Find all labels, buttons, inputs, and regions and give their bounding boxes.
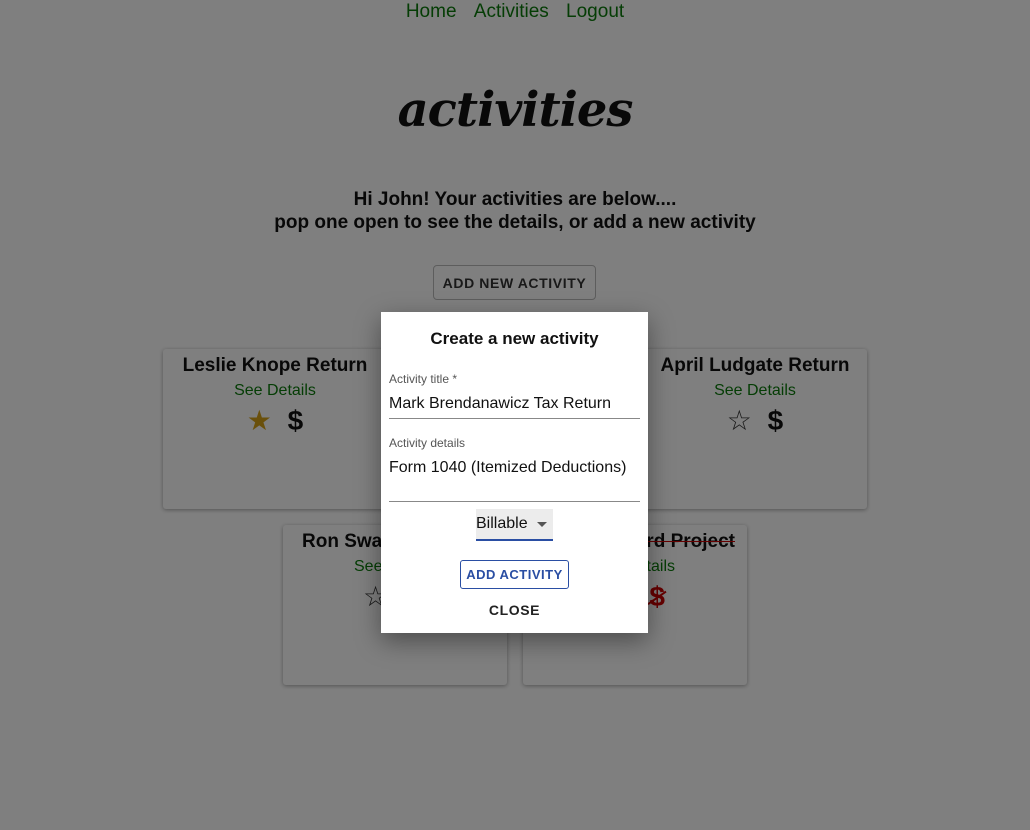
close-button[interactable]: CLOSE bbox=[381, 602, 648, 618]
billing-select[interactable]: Billable bbox=[476, 509, 553, 541]
activity-details-input[interactable]: Form 1040 (Itemized Deductions) bbox=[389, 458, 640, 478]
caret-down-icon bbox=[537, 522, 547, 527]
activity-details-label: Activity details bbox=[389, 436, 466, 450]
billing-select-value: Billable bbox=[476, 515, 528, 532]
activity-title-field[interactable]: Activity title * Mark Brendanawicz Tax R… bbox=[389, 372, 640, 419]
add-activity-button[interactable]: ADD ACTIVITY bbox=[460, 560, 569, 589]
activity-details-field[interactable]: Activity details Form 1040 (Itemized Ded… bbox=[389, 436, 640, 502]
activity-title-label: Activity title * bbox=[389, 372, 458, 386]
activity-title-input[interactable]: Mark Brendanawicz Tax Return bbox=[389, 394, 640, 414]
dialog-title: Create a new activity bbox=[430, 329, 599, 348]
create-activity-dialog: Create a new activity Activity title * M… bbox=[381, 312, 648, 633]
